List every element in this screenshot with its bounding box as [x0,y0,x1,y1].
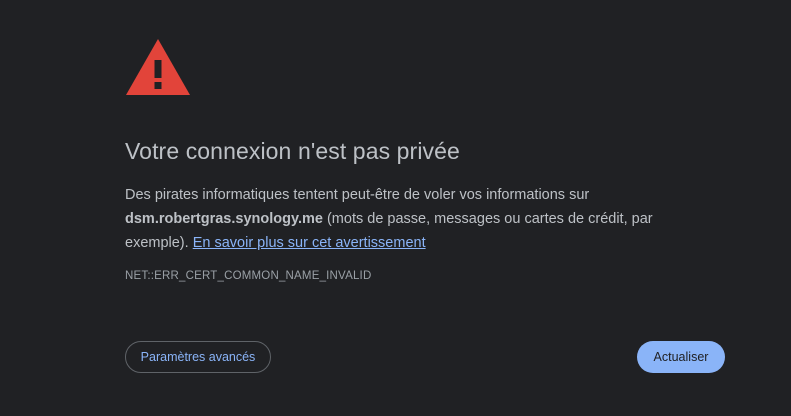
reload-button[interactable]: Actualiser [637,341,725,373]
advanced-button[interactable]: Paramètres avancés [125,341,271,373]
interstitial-page: Votre connexion n'est pas privée Des pir… [0,0,791,416]
warning-triangle-icon [126,39,190,95]
exclamation-bar [154,60,162,78]
description-intro: Des pirates informatiques tentent peut-ê… [125,187,590,203]
exclamation-dot [154,82,162,89]
site-domain: dsm.robertgras.synology.me [125,211,323,227]
error-code: NET::ERR_CERT_COMMON_NAME_INVALID [125,270,372,282]
warning-description: Des pirates informatiques tentent peut-ê… [125,183,685,255]
page-title: Votre connexion n'est pas privée [125,138,460,164]
learn-more-link[interactable]: En savoir plus sur cet avertissement [193,235,426,251]
